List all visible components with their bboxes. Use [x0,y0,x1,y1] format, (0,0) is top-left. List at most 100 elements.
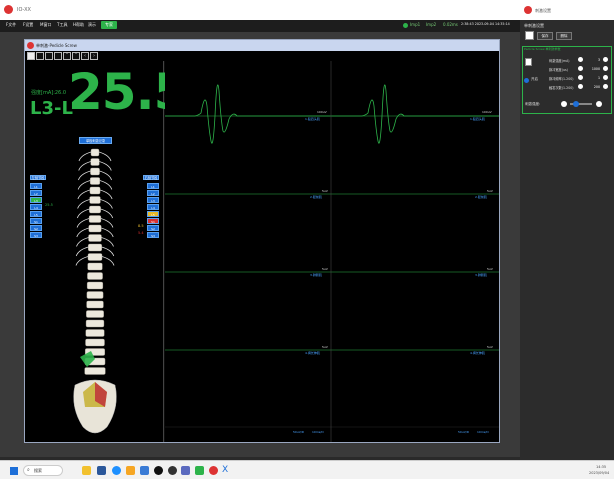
slider-label: 刺激强度: [525,102,541,106]
menu-window[interactable]: M窗口 [40,22,51,28]
taskbar-search-text[interactable]: 搜索 [34,468,42,474]
right-level-l2[interactable]: L2 [147,190,159,196]
menu-demo[interactable]: 演示 [88,22,96,28]
vertebra [88,234,102,242]
left-header: 左侧节段 [30,175,46,180]
param-decrement-icon[interactable] [578,75,583,80]
right-l5-value: 8.5 [138,224,144,228]
left-scale-1: 100uV [317,110,327,114]
toolbar-layout-4-icon[interactable] [54,52,62,60]
app-icon-2[interactable] [112,466,121,475]
app-icon-7[interactable] [181,466,190,475]
left-level-l2[interactable]: L2 [30,190,42,196]
param-value-1[interactable]: 1000 [586,67,600,71]
app-icon-1[interactable] [97,466,106,475]
app-logo-icon [4,5,13,14]
menu-help[interactable]: H帮助 [73,22,84,28]
toolbar-layout-1-icon[interactable] [27,52,35,60]
windows-start-icon[interactable] [10,467,18,475]
param-value-2[interactable]: 1 [586,76,600,80]
stim-toolbar: ˄ ˅ ‹ › [25,51,499,61]
vertebra [85,329,105,337]
left-footer-a: 50uV/D [293,430,305,434]
right-footer-a: 50uV/D [458,430,470,434]
file-explorer-icon[interactable] [82,466,91,475]
menu-file[interactable]: F文件 [6,22,16,28]
toolbar-up-icon[interactable]: ˄ [63,52,71,60]
param-value-0[interactable]: 3 [586,58,600,62]
record-button[interactable]: 单极刺激记录 [79,137,112,144]
vertebra [85,319,105,328]
left-ch4-label: 4.拇长伸肌 [305,351,320,355]
right-scale-1: 100uV [482,110,492,114]
left-level-s2[interactable]: S2 [30,225,42,231]
param-decrement-icon[interactable] [578,57,583,62]
param-increment-icon[interactable] [603,66,608,71]
save-button[interactable]: 保存 [537,32,553,40]
slider-minus-icon[interactable] [561,101,567,107]
right-level-l5[interactable]: L5 [147,211,159,217]
params-section-title: Pedicle Screw 单刺激参数 [524,47,561,51]
left-l3-value: 25.5 [45,203,53,207]
param-increment-icon[interactable] [603,75,608,80]
left-level-s3[interactable]: S3 [30,232,42,238]
toolbar-prev-icon[interactable]: ‹ [81,52,89,60]
enable-toggle-icon[interactable] [524,78,529,83]
vertebra [89,186,101,195]
right-level-s2[interactable]: S2 [147,225,159,231]
vertebra [89,205,101,214]
toolbar-down-icon[interactable]: ˅ [72,52,80,60]
app-icon-5[interactable] [154,466,163,475]
param-label-0: 刺激强度(mA) [549,59,570,63]
vertebra [86,300,104,309]
stim-intensity-label: 强度[mA]:26.0 [31,90,67,96]
delete-button[interactable]: 删除 [556,32,572,40]
vertebra [87,253,103,261]
toolbar-layout-3-icon[interactable] [45,52,53,60]
toolbar-next-icon[interactable]: › [90,52,98,60]
section-doc-icon[interactable] [525,58,532,66]
left-level-l3[interactable]: L3 [30,197,42,203]
right-ch3-label: 3.腓肠肌 [475,273,487,277]
slider-thumb[interactable] [573,101,579,107]
left-level-l5[interactable]: L5 [30,211,42,217]
stim-window-titlebar[interactable]: 单刺激-Pedicle Screw [25,40,499,51]
left-level-l4[interactable]: L4 [30,204,42,210]
param-decrement-icon[interactable] [578,84,583,89]
enable-toggle-label[interactable]: 开启 [531,77,538,82]
vertebra [88,243,102,252]
app-icon-4[interactable] [140,466,149,475]
app-icon-3[interactable] [126,466,135,475]
settings-doc-icon[interactable] [525,31,534,40]
left-ch2-label: 2.胫前肌 [310,195,322,199]
stim-level: L3-L [30,98,73,119]
app-icon-9[interactable] [209,466,218,475]
param-value-3[interactable]: 200 [586,85,600,89]
left-level-s1[interactable]: S1 [30,218,42,224]
slider-plus-icon[interactable] [596,101,602,107]
param-increment-icon[interactable] [603,57,608,62]
left-level-l1[interactable]: L1 [30,183,42,189]
param-increment-icon[interactable] [603,84,608,89]
right-level-l4[interactable]: L4 [147,204,159,210]
right-level-l3[interactable]: L3 [147,197,159,203]
vertebra [90,158,100,166]
right-ch2-label: 2.胫前肌 [475,195,487,199]
excel-icon[interactable]: X [222,465,228,475]
right-level-s3[interactable]: S3 [147,232,159,238]
menu-settings[interactable]: F设置 [23,22,33,28]
taskbar-date: 2023/09/04 [589,471,610,475]
app-icon-6[interactable] [168,466,177,475]
toolbar-layout-2-icon[interactable] [36,52,44,60]
vertebra [89,196,101,204]
wave-column-left: 100uV 1.股四头肌 5uV 2.胫前肌 5uV 3.腓肠肌 5uV 4.拇… [165,61,332,442]
right-level-s1[interactable]: S1 [147,218,159,224]
vertebra [88,224,102,233]
left-scale-3: 5uV [322,267,328,271]
right-level-l1[interactable]: L1 [147,183,159,189]
menu-tools[interactable]: T工具 [57,22,67,28]
param-decrement-icon[interactable] [578,66,583,71]
vertebra [87,272,103,280]
app-window: IO-XX F文件 F设置 M窗口 T工具 H帮助 演示 专家 Imp1 Imp… [0,0,614,479]
app-icon-8[interactable] [195,466,204,475]
